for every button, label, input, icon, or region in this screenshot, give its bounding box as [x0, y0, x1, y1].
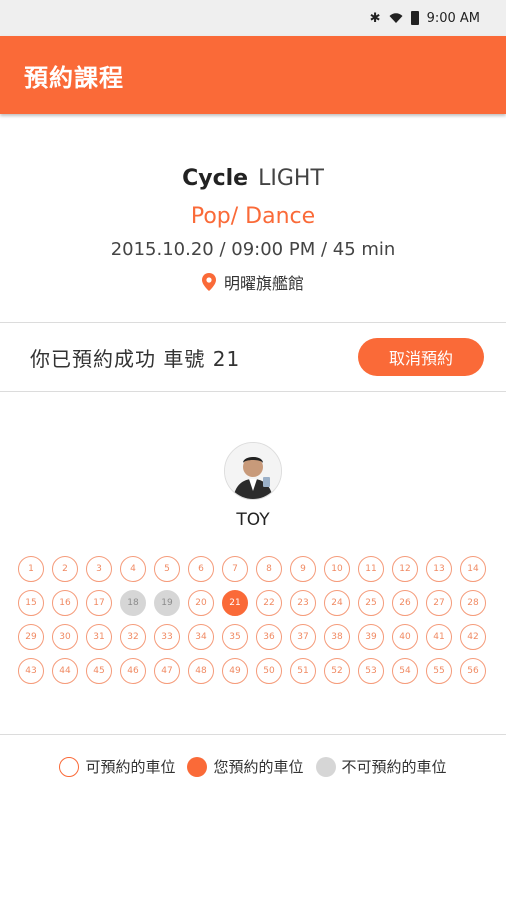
seat-55[interactable]: 55: [426, 658, 452, 684]
seat-50[interactable]: 50: [256, 658, 282, 684]
location-label: 明曜旗艦館: [223, 274, 304, 293]
seat-legend: 可預約的車位 您預約的車位 不可預約的車位: [0, 756, 506, 777]
legend-open: 可預約的車位: [59, 756, 175, 777]
legend-taken-label: 不可預約的車位: [341, 758, 447, 776]
bluetooth-icon: ✱: [369, 10, 381, 26]
seat-8[interactable]: 8: [256, 556, 282, 582]
seat-22[interactable]: 22: [256, 590, 282, 616]
seat-56[interactable]: 56: [460, 658, 486, 684]
legend-mine-label: 您預約的車位: [213, 758, 304, 776]
wifi-icon: [389, 12, 403, 23]
seat-37[interactable]: 37: [290, 624, 316, 650]
course-level: LIGHT: [258, 166, 324, 191]
seat-40[interactable]: 40: [392, 624, 418, 650]
seat-26[interactable]: 26: [392, 590, 418, 616]
instructor-name: TOY: [236, 510, 270, 530]
seat-5[interactable]: 5: [154, 556, 180, 582]
seat-42[interactable]: 42: [460, 624, 486, 650]
seat-25[interactable]: 25: [358, 590, 384, 616]
seat-46[interactable]: 46: [120, 658, 146, 684]
seat-13[interactable]: 13: [426, 556, 452, 582]
legend-mine: 您預約的車位: [187, 756, 304, 777]
seat-36[interactable]: 36: [256, 624, 282, 650]
booking-message: 你已預約成功 車號 21: [30, 346, 241, 371]
seat-45[interactable]: 45: [86, 658, 112, 684]
seat-27[interactable]: 27: [426, 590, 452, 616]
seat-39[interactable]: 39: [358, 624, 384, 650]
cancel-booking-button[interactable]: 取消預約: [358, 338, 484, 376]
seat-24[interactable]: 24: [324, 590, 350, 616]
seat-51[interactable]: 51: [290, 658, 316, 684]
seat-47[interactable]: 47: [154, 658, 180, 684]
seat-11[interactable]: 11: [358, 556, 384, 582]
instructor: TOY: [0, 392, 506, 530]
seat-33[interactable]: 33: [154, 624, 180, 650]
course-genre: Pop/ Dance: [190, 204, 316, 229]
seat-9[interactable]: 9: [290, 556, 316, 582]
seat-2[interactable]: 2: [52, 556, 78, 582]
divider: [0, 734, 506, 735]
seat-21[interactable]: 21: [222, 590, 248, 616]
seat-43[interactable]: 43: [18, 658, 44, 684]
seat-20[interactable]: 20: [188, 590, 214, 616]
status-bar: ✱ 9:00 AM: [0, 0, 506, 36]
seat-row: 15 16 17 18 19 20 21 22 23 24 25 26 27 28: [18, 590, 506, 616]
course-location: 明曜旗艦館: [0, 270, 506, 294]
seat-41[interactable]: 41: [426, 624, 452, 650]
seat-29[interactable]: 29: [18, 624, 44, 650]
seat-12[interactable]: 12: [392, 556, 418, 582]
instructor-avatar[interactable]: [224, 442, 282, 500]
seat-14[interactable]: 14: [460, 556, 486, 582]
seat-row: 1 2 3 4 5 6 7 8 9 10 11 12 13 14: [18, 556, 506, 582]
seat-48[interactable]: 48: [188, 658, 214, 684]
course-name: Cycle: [182, 166, 249, 191]
legend-taken: 不可預約的車位: [315, 756, 447, 777]
seat-23[interactable]: 23: [290, 590, 316, 616]
app-bar: 預約課程: [0, 36, 506, 114]
seat-3[interactable]: 3: [86, 556, 112, 582]
seat-28[interactable]: 28: [460, 590, 486, 616]
course-title: Cycle LIGHT: [0, 166, 506, 191]
seat-49[interactable]: 49: [222, 658, 248, 684]
seat-19: 19: [154, 590, 180, 616]
seat-34[interactable]: 34: [188, 624, 214, 650]
seat-row: 43 44 45 46 47 48 49 50 51 52 53 54 55 56: [18, 658, 506, 684]
seat-35[interactable]: 35: [222, 624, 248, 650]
seat-4[interactable]: 4: [120, 556, 146, 582]
seat-30[interactable]: 30: [52, 624, 78, 650]
seat-52[interactable]: 52: [324, 658, 350, 684]
seat-16[interactable]: 16: [52, 590, 78, 616]
seat-54[interactable]: 54: [392, 658, 418, 684]
seat-7[interactable]: 7: [222, 556, 248, 582]
legend-open-label: 可預約的車位: [85, 758, 176, 776]
seat-18: 18: [120, 590, 146, 616]
open-seat-icon: [59, 756, 80, 777]
seat-6[interactable]: 6: [188, 556, 214, 582]
seat-44[interactable]: 44: [52, 658, 78, 684]
seat-15[interactable]: 15: [18, 590, 44, 616]
seat-10[interactable]: 10: [324, 556, 350, 582]
course-info: Cycle LIGHT Pop/ Dance 2015.10.20 / 09:00…: [0, 114, 506, 322]
battery-icon: [410, 11, 419, 25]
seat-53[interactable]: 53: [358, 658, 384, 684]
course-datetime: 2015.10.20 / 09:00 PM / 45 min: [110, 239, 396, 260]
location-pin-icon: [201, 273, 216, 291]
seat-1[interactable]: 1: [18, 556, 44, 582]
taken-seat-icon: [315, 756, 336, 777]
my-seat-icon: [187, 756, 208, 777]
seat-17[interactable]: 17: [86, 590, 112, 616]
seat-map: 1 2 3 4 5 6 7 8 9 10 11 12 13 14 15 16 17 18 19 20 21 22 23 24 2…: [0, 556, 506, 684]
status-time: 9:00 AM: [426, 10, 480, 26]
seat-38[interactable]: 38: [324, 624, 350, 650]
seat-32[interactable]: 32: [120, 624, 146, 650]
avatar-photo: [225, 443, 281, 499]
booking-status-row: 你已預約成功 車號 21 取消預約: [0, 323, 506, 391]
seat-31[interactable]: 31: [86, 624, 112, 650]
page-title: 預約課程: [24, 63, 124, 92]
seat-row: 29 30 31 32 33 34 35 36 37 38 39 40 41 42: [18, 624, 506, 650]
